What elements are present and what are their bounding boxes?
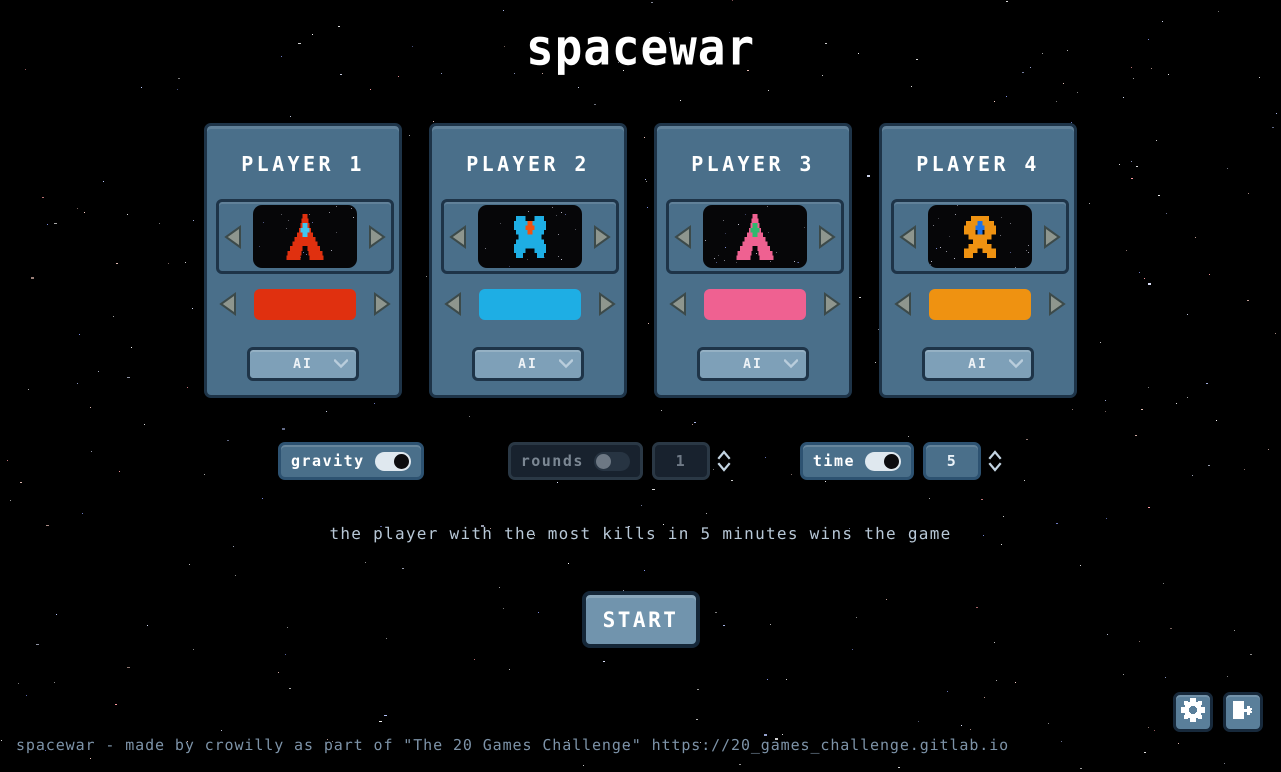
color-prev-arrow-1[interactable] bbox=[218, 291, 240, 317]
ship-next-arrow-4[interactable] bbox=[1040, 224, 1062, 250]
start-button-label: START bbox=[602, 607, 679, 632]
rounds-input[interactable]: 1 bbox=[651, 442, 710, 480]
rounds-toggle-knob bbox=[595, 453, 611, 469]
ship-preview-4 bbox=[928, 205, 1032, 268]
player-type-label-2: AI bbox=[518, 356, 538, 372]
match-description: the player with the most kills in 5 minu… bbox=[329, 524, 952, 543]
start-button[interactable]: START bbox=[581, 591, 700, 648]
rounds-value: 1 bbox=[675, 452, 687, 470]
ship-prev-arrow-4[interactable] bbox=[898, 224, 920, 250]
ship-next-arrow-3[interactable] bbox=[815, 224, 837, 250]
time-setting: time 5 bbox=[799, 442, 1003, 480]
gravity-toggle-knob bbox=[393, 453, 409, 469]
ship-prev-arrow-1[interactable] bbox=[223, 224, 245, 250]
color-prev-arrow-4[interactable] bbox=[893, 291, 915, 317]
player-type-select-1[interactable]: AI bbox=[247, 347, 359, 381]
corner-icon-bar bbox=[1173, 692, 1263, 732]
player-title-2: PLAYER 2 bbox=[466, 152, 590, 176]
color-selector-3 bbox=[666, 284, 844, 324]
player-type-label-3: AI bbox=[743, 356, 763, 372]
gravity-label: gravity bbox=[290, 452, 365, 470]
color-selector-4 bbox=[891, 284, 1069, 324]
gravity-toggle-track bbox=[374, 451, 411, 471]
player-title-3: PLAYER 3 bbox=[691, 152, 815, 176]
time-stepper[interactable] bbox=[987, 448, 1003, 474]
gravity-setting: gravity bbox=[277, 442, 424, 480]
time-value: 5 bbox=[946, 452, 958, 470]
color-swatch-3 bbox=[704, 288, 806, 320]
color-next-arrow-3[interactable] bbox=[820, 291, 842, 317]
match-settings: gravity rounds 1 time 5 bbox=[0, 438, 1281, 484]
player-type-select-3[interactable]: AI bbox=[697, 347, 809, 381]
time-toggle-knob bbox=[884, 453, 900, 469]
color-next-arrow-2[interactable] bbox=[595, 291, 617, 317]
player-title-1: PLAYER 1 bbox=[241, 152, 365, 176]
ship-preview-2 bbox=[478, 205, 582, 268]
color-next-arrow-1[interactable] bbox=[370, 291, 392, 317]
ship-prev-arrow-3[interactable] bbox=[673, 224, 695, 250]
time-toggle[interactable]: time bbox=[799, 442, 915, 480]
chevron-down-icon bbox=[558, 354, 574, 373]
color-next-arrow-4[interactable] bbox=[1045, 291, 1067, 317]
color-swatch-2 bbox=[479, 288, 581, 320]
chevron-down-icon bbox=[333, 354, 349, 373]
gravity-toggle[interactable]: gravity bbox=[277, 442, 424, 480]
rounds-toggle[interactable]: rounds bbox=[507, 442, 643, 480]
player-panels: PLAYER 1 AI PLAYER 2 AI PLAYER 3 AI PLAY… bbox=[204, 123, 1077, 398]
player-card-4: PLAYER 4 AI bbox=[879, 123, 1077, 398]
player-card-2: PLAYER 2 AI bbox=[429, 123, 627, 398]
ship-selector-4 bbox=[891, 199, 1069, 274]
rounds-toggle-track bbox=[593, 451, 630, 471]
exit-icon bbox=[1230, 697, 1256, 727]
color-selector-1 bbox=[216, 284, 394, 324]
player-type-select-2[interactable]: AI bbox=[472, 347, 584, 381]
rounds-stepper[interactable] bbox=[716, 448, 732, 474]
time-input[interactable]: 5 bbox=[923, 442, 982, 480]
quit-button[interactable] bbox=[1223, 692, 1263, 732]
color-selector-2 bbox=[441, 284, 619, 324]
rounds-label: rounds bbox=[520, 452, 584, 470]
ship-selector-1 bbox=[216, 199, 394, 274]
chevron-down-icon bbox=[783, 354, 799, 373]
player-type-label-1: AI bbox=[293, 356, 313, 372]
color-swatch-1 bbox=[254, 288, 356, 320]
footer-credit: spacewar - made by crowilly as part of "… bbox=[16, 736, 1010, 754]
player-card-1: PLAYER 1 AI bbox=[204, 123, 402, 398]
ship-next-arrow-1[interactable] bbox=[365, 224, 387, 250]
ship-selector-3 bbox=[666, 199, 844, 274]
ship-next-arrow-2[interactable] bbox=[590, 224, 612, 250]
ship-preview-1 bbox=[253, 205, 357, 268]
ship-preview-3 bbox=[703, 205, 807, 268]
player-type-label-4: AI bbox=[968, 356, 988, 372]
color-prev-arrow-2[interactable] bbox=[443, 291, 465, 317]
chevron-down-icon bbox=[1008, 354, 1024, 373]
player-title-4: PLAYER 4 bbox=[916, 152, 1040, 176]
player-type-select-4[interactable]: AI bbox=[922, 347, 1034, 381]
ship-prev-arrow-2[interactable] bbox=[448, 224, 470, 250]
time-label: time bbox=[812, 452, 856, 470]
page-title: spacewar bbox=[526, 17, 755, 77]
time-toggle-track bbox=[865, 451, 902, 471]
color-prev-arrow-3[interactable] bbox=[668, 291, 690, 317]
settings-button[interactable] bbox=[1173, 692, 1213, 732]
player-card-3: PLAYER 3 AI bbox=[654, 123, 852, 398]
color-swatch-4 bbox=[929, 288, 1031, 320]
rounds-setting: rounds 1 bbox=[507, 442, 732, 480]
gear-icon bbox=[1180, 697, 1206, 727]
ship-selector-2 bbox=[441, 199, 619, 274]
